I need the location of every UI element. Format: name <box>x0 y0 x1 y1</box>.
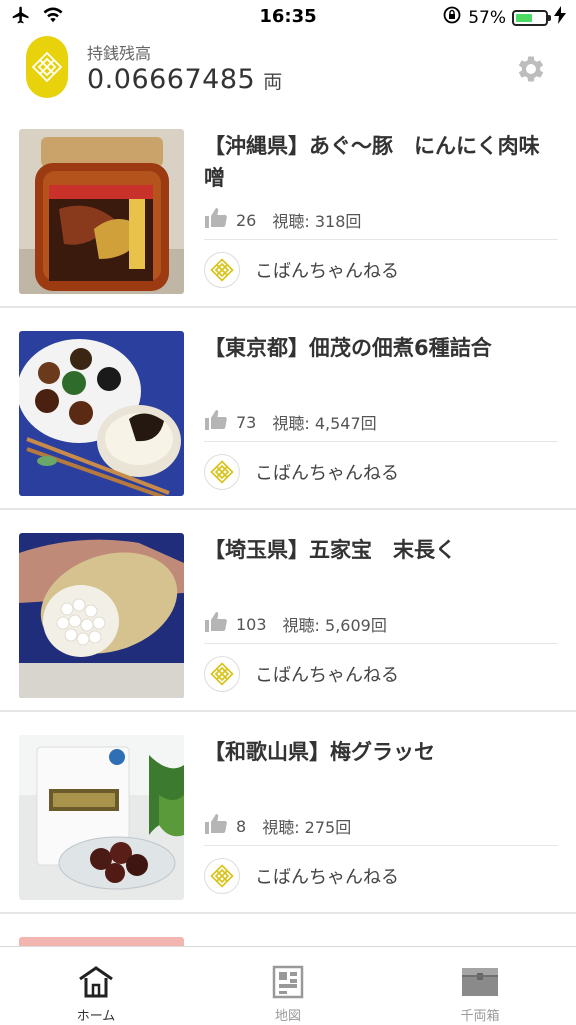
koban-coin-icon <box>26 36 68 98</box>
video-thumbnail[interactable] <box>19 331 184 496</box>
balance-value: 0.06667485 <box>87 64 256 95</box>
channel-row[interactable]: こばんちゃんねる <box>204 656 399 692</box>
orientation-lock-icon <box>442 5 462 30</box>
thumbs-up-icon[interactable] <box>204 409 228 435</box>
tab-home[interactable]: ホーム <box>0 947 192 1025</box>
channel-name[interactable]: こばんちゃんねる <box>255 661 399 687</box>
video-title[interactable]: 【沖縄県】あぐ〜豚 にんにく肉味噌 <box>204 130 558 194</box>
balance-unit: 両 <box>263 71 283 93</box>
video-stats: 103 視聴: 5,609回 <box>204 610 387 638</box>
thumbs-up-icon[interactable] <box>204 207 228 233</box>
thumbs-up-icon[interactable] <box>204 813 228 839</box>
channel-avatar-icon[interactable] <box>204 858 240 894</box>
view-count: 視聴: 318回 <box>272 212 362 231</box>
video-thumbnail[interactable] <box>19 129 184 294</box>
like-count: 103 <box>236 614 267 634</box>
video-list-item[interactable]: 【埼玉県】五家宝 末長く 103 視聴: 5,609回 こばんちゃんねる <box>0 510 576 712</box>
channel-row[interactable]: こばんちゃんねる <box>204 454 399 490</box>
wallet-header: 持銭残高 0.06667485 両 <box>0 34 576 104</box>
video-stats: 73 視聴: 4,547回 <box>204 408 377 436</box>
video-stats: 8 視聴: 275回 <box>204 812 351 840</box>
battery-icon <box>512 9 551 26</box>
channel-row[interactable]: こばんちゃんねる <box>204 252 399 288</box>
video-list-item[interactable]: 【和歌山県】梅グラッセ 8 視聴: 275回 こばんちゃんねる <box>0 712 576 914</box>
view-count: 視聴: 4,547回 <box>272 414 377 433</box>
like-count: 8 <box>236 816 247 836</box>
view-count: 視聴: 5,609回 <box>282 616 387 635</box>
status-bar: 16:35 57% <box>0 0 576 34</box>
video-thumbnail[interactable] <box>19 735 184 900</box>
video-title[interactable]: 【和歌山県】梅グラッセ <box>204 736 558 768</box>
video-list-item[interactable]: 【東京都】佃茂の佃煮6種詰合 73 視聴: 4,547回 こばんちゃんねる <box>0 308 576 510</box>
video-list: 【沖縄県】あぐ〜豚 にんにく肉味噌 26 視聴: 318回 こばんちゃんねる 【… <box>0 106 576 946</box>
tab-map-label[interactable]: 地図 <box>192 1005 384 1024</box>
divider <box>204 643 558 644</box>
video-title[interactable]: 【東京都】佃茂の佃煮6種詰合 <box>204 332 558 364</box>
channel-name[interactable]: こばんちゃんねる <box>255 863 399 889</box>
settings-gear-icon[interactable] <box>514 52 548 86</box>
view-count: 視聴: 275回 <box>262 818 352 837</box>
tab-map[interactable]: 地図 <box>192 947 384 1025</box>
thumbs-up-icon[interactable] <box>204 611 228 637</box>
video-thumbnail[interactable] <box>19 533 184 698</box>
divider <box>204 441 558 442</box>
balance-amount: 0.06667485 両 <box>87 64 283 95</box>
like-count: 73 <box>236 412 257 432</box>
tab-bar: ホーム 地図 千両箱 <box>0 946 576 1025</box>
channel-row[interactable]: こばんちゃんねる <box>204 858 399 894</box>
tab-treasure-box-label[interactable]: 千両箱 <box>384 1005 576 1024</box>
channel-name[interactable]: こばんちゃんねる <box>255 257 399 283</box>
like-count: 26 <box>236 210 257 230</box>
tab-treasure-box[interactable]: 千両箱 <box>384 947 576 1025</box>
battery-percent: 57% <box>468 7 506 28</box>
divider <box>204 239 558 240</box>
video-list-item[interactable]: 【沖縄県】あぐ〜豚 にんにく肉味噌 26 視聴: 318回 こばんちゃんねる <box>0 106 576 308</box>
divider <box>204 845 558 846</box>
channel-avatar-icon[interactable] <box>204 656 240 692</box>
home-icon[interactable] <box>76 965 116 999</box>
video-list-item-partial[interactable] <box>0 914 576 946</box>
video-title[interactable]: 【埼玉県】五家宝 末長く <box>204 534 558 566</box>
charging-bolt-icon <box>554 6 566 29</box>
video-thumbnail[interactable] <box>19 937 184 946</box>
balance-label: 持銭残高 <box>87 44 152 63</box>
treasure-box-icon[interactable] <box>460 965 500 999</box>
channel-avatar-icon[interactable] <box>204 252 240 288</box>
channel-avatar-icon[interactable] <box>204 454 240 490</box>
map-icon[interactable] <box>268 965 308 999</box>
channel-name[interactable]: こばんちゃんねる <box>255 459 399 485</box>
video-stats: 26 視聴: 318回 <box>204 206 361 234</box>
tab-home-label[interactable]: ホーム <box>0 1005 192 1024</box>
